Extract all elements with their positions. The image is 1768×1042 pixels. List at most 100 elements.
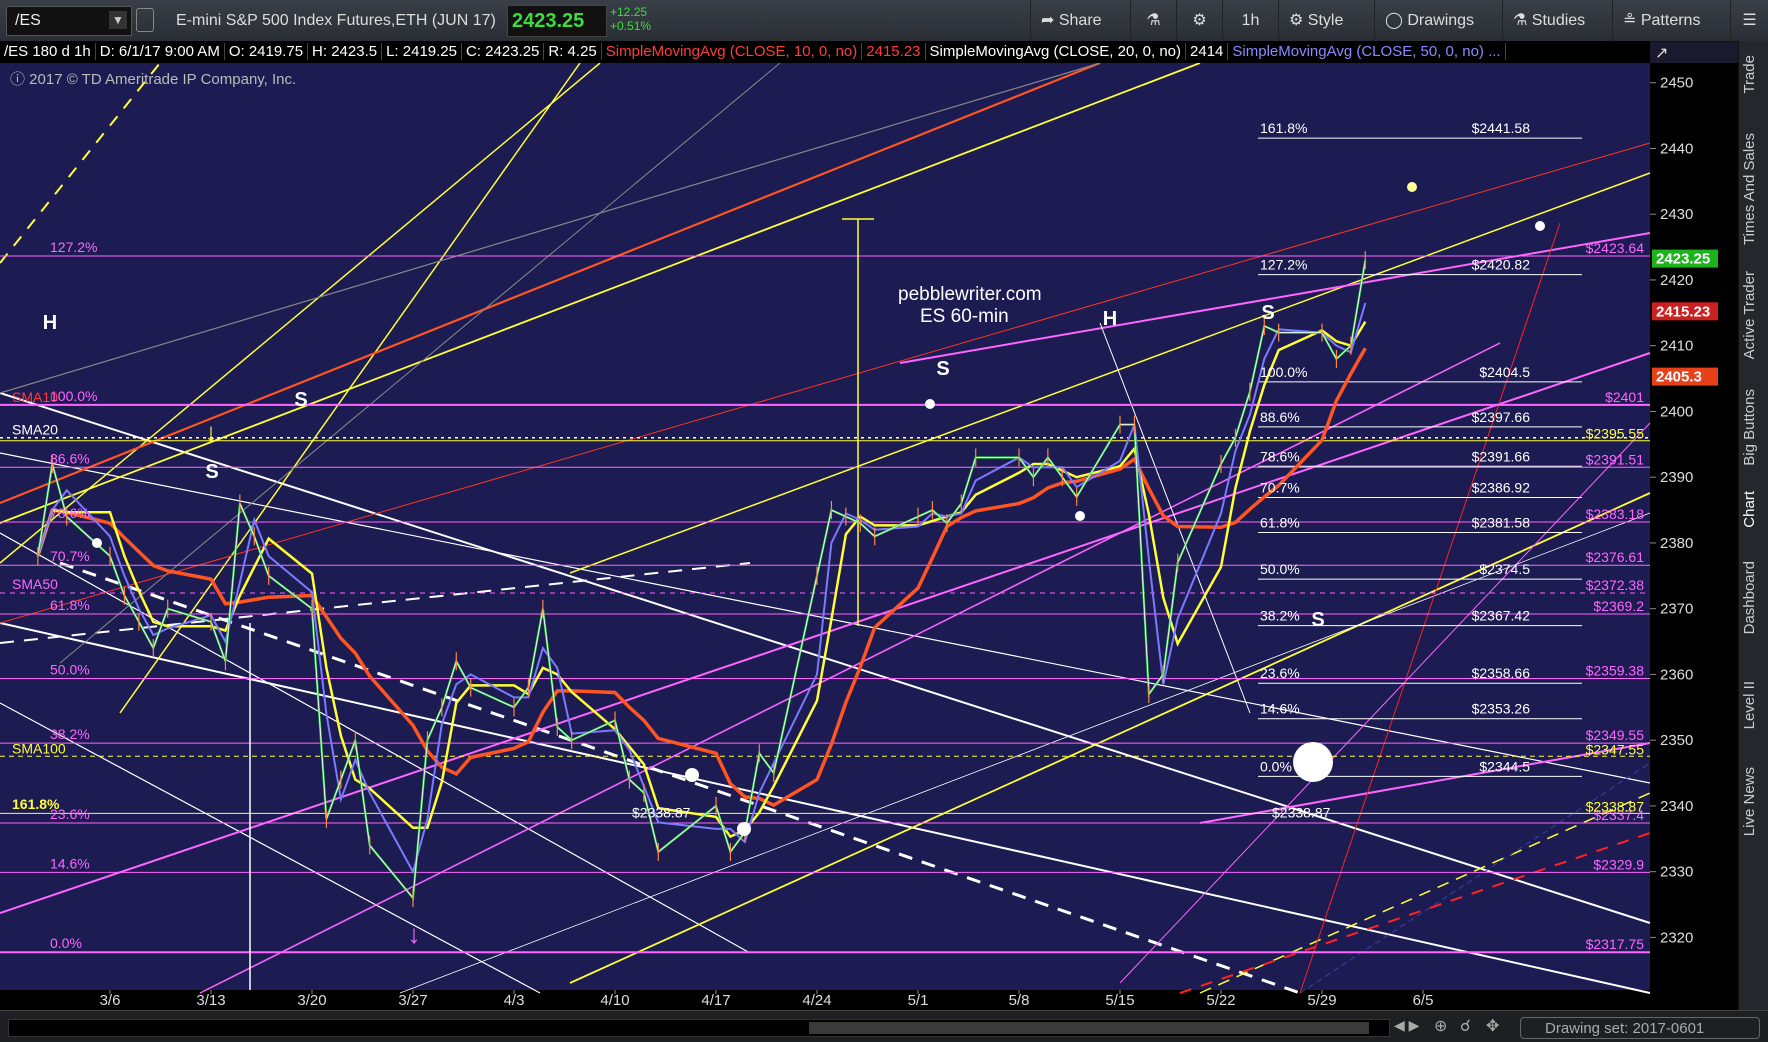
- sidebar-tab[interactable]: Dashboard: [1741, 561, 1767, 634]
- change-value: +12.25: [610, 5, 648, 19]
- sidebar-tab[interactable]: Trade: [1741, 55, 1767, 94]
- ellipse-icon: ◯: [1385, 12, 1403, 29]
- fib-white-pct: 0.0%: [1260, 758, 1292, 774]
- info-bar: /ES 180 d 1h D: 6/1/17 9:00 AM O: 2419.75 H…: [0, 41, 1650, 63]
- studies-button[interactable]: ⚗ Studies: [1502, 0, 1612, 41]
- zoom-icon[interactable]: ☌: [1460, 1016, 1471, 1036]
- fib-price-label: $2401: [1605, 389, 1644, 405]
- pivot-dot: [1293, 742, 1333, 782]
- chart-subtitle: ES 60-min: [920, 306, 1009, 327]
- info-range: R: 4.25: [544, 43, 602, 60]
- symbol-input[interactable]: /ES ▼: [6, 6, 132, 36]
- share-button[interactable]: ➦ Share: [1030, 0, 1130, 41]
- info-open: O: 2419.75: [224, 43, 309, 60]
- fib-white-price: $2344.5: [1479, 758, 1530, 774]
- fib-white-price: $2391.66: [1472, 448, 1531, 464]
- menu-button[interactable]: ☰: [1730, 0, 1768, 41]
- info-close: C: 2423.25: [462, 43, 545, 60]
- drawings-button[interactable]: ◯ Drawings: [1374, 0, 1502, 41]
- x-tick-label: 5/15: [1105, 992, 1134, 1009]
- fib-white-pct: 161.8%: [1260, 120, 1307, 136]
- fib-white-price: $2367.42: [1472, 608, 1531, 624]
- horizontal-scrollbar[interactable]: [8, 1019, 1390, 1037]
- pivot-dot: [685, 768, 699, 782]
- link-icon[interactable]: [136, 8, 154, 32]
- x-tick-label: 5/22: [1206, 992, 1235, 1009]
- sma-label: SMA10: [12, 389, 58, 405]
- crosshair-icon[interactable]: ⊕: [1434, 1016, 1447, 1036]
- change-percent: +0.51%: [610, 19, 652, 33]
- fib-white-pct: 38.2%: [1260, 608, 1300, 624]
- sma-label: SMA50: [12, 576, 58, 592]
- last-price-box: 2423.25: [507, 5, 607, 37]
- sma-label: SMA20: [12, 422, 58, 438]
- y-tick-label: 2420: [1660, 272, 1693, 289]
- pattern-label: S: [294, 389, 307, 411]
- drawing-set-selector[interactable]: Drawing set: 2017-0601: [1520, 1017, 1760, 1039]
- info-symbol: /ES 180 d 1h: [0, 43, 96, 60]
- fib-price-label: $2317.75: [1586, 936, 1645, 952]
- x-tick-label: 6/5: [1413, 992, 1434, 1009]
- price-marker-label: 2423.25: [1656, 251, 1710, 268]
- fib-white-price: $2353.26: [1472, 701, 1531, 717]
- x-tick-label: 3/13: [196, 992, 225, 1009]
- pattern-label: H: [1103, 308, 1117, 330]
- scroll-arrows[interactable]: ◀ ▶: [1394, 1017, 1419, 1034]
- pivot-dot: [737, 822, 751, 836]
- fib-white-pct: 23.6%: [1260, 665, 1300, 681]
- fib-white-pct: 50.0%: [1260, 561, 1300, 577]
- style-button[interactable]: ⚙ Style: [1278, 0, 1374, 41]
- sidebar-tab[interactable]: Chart: [1741, 491, 1767, 528]
- scroll-thumb[interactable]: [809, 1022, 1369, 1034]
- fib-percent-label: 127.2%: [50, 239, 97, 255]
- fib-extension-label: 161.8%: [12, 796, 60, 812]
- patterns-label: Patterns: [1640, 12, 1701, 29]
- symbol-description: E-mini S&P 500 Index Futures,ETH (JUN 17…: [176, 12, 496, 29]
- gear-icon: ⚙: [1192, 12, 1207, 29]
- fib-white-pct: 78.6%: [1260, 448, 1300, 464]
- fib-white-price: $2420.82: [1472, 257, 1531, 273]
- bottom-bar: ◀ ▶ ⊕ ☌ ✥ Drawing set: 2017-0601: [0, 1010, 1768, 1042]
- yellow-price-label: $2347.55: [1586, 741, 1645, 757]
- symbol-text: /ES: [15, 12, 41, 29]
- menu-icon: ☰: [1742, 12, 1757, 29]
- sidebar-tab[interactable]: Times And Sales: [1741, 133, 1767, 245]
- fib-white-price: $2381.58: [1472, 515, 1531, 531]
- low-label: $2338.87: [1272, 804, 1331, 820]
- x-tick-label: 4/17: [701, 992, 730, 1009]
- sma20-label: SimpleMovingAvg (CLOSE, 20, 0, no): [925, 43, 1187, 60]
- share-icon: ➦: [1041, 12, 1055, 29]
- pattern-label: S: [936, 358, 949, 380]
- y-tick-label: 2340: [1660, 798, 1693, 815]
- sidebar-tab[interactable]: Active Trader: [1741, 271, 1767, 359]
- sidebar-tab[interactable]: Level II: [1741, 681, 1767, 729]
- flask-icon-2: ⚗: [1513, 12, 1528, 29]
- settings-button[interactable]: ⚙: [1176, 0, 1222, 41]
- fib-white-pct: 127.2%: [1260, 257, 1307, 273]
- drawings-label: Drawings: [1407, 12, 1475, 29]
- sma-label: SMA100: [12, 741, 66, 757]
- fib-percent-label: 86.6%: [50, 450, 90, 466]
- fib-white-pct: 14.6%: [1260, 701, 1300, 717]
- sidebar-tab[interactable]: Live News: [1741, 767, 1767, 836]
- y-tick-label: 2320: [1660, 929, 1693, 946]
- price-chart[interactable]: $2423.64 $2401 $2391.51 $2383.18 $2376.61 $23…: [0, 63, 1738, 1010]
- sma10-label: SimpleMovingAvg (CLOSE, 10, 0, no): [601, 43, 863, 60]
- low-label: $2338.87: [632, 804, 691, 820]
- fib-price-label: $2423.64: [1586, 240, 1645, 256]
- x-tick-label: 5/1: [908, 992, 929, 1009]
- flask-button[interactable]: ⚗: [1130, 0, 1176, 41]
- fib-white-pct: 61.8%: [1260, 515, 1300, 531]
- pan-icon[interactable]: ✥: [1486, 1016, 1499, 1036]
- fib-white-price: $2374.5: [1479, 561, 1530, 577]
- patterns-button[interactable]: ≗ Patterns: [1612, 0, 1730, 41]
- pivot-dot: [1075, 511, 1085, 521]
- sidebar-tab[interactable]: Big Buttons: [1741, 389, 1767, 466]
- timeframe-button[interactable]: 1h: [1222, 0, 1278, 41]
- fib-percent-label: 61.8%: [50, 597, 90, 613]
- price-marker-label: 2415.23: [1656, 303, 1710, 320]
- collapse-icon[interactable]: ↗: [1655, 43, 1668, 63]
- right-sidebar: Trade Times And Sales Active Trader Big But…: [1738, 41, 1768, 1011]
- chevron-down-icon[interactable]: ▼: [109, 11, 127, 29]
- style-label: Style: [1307, 12, 1344, 29]
